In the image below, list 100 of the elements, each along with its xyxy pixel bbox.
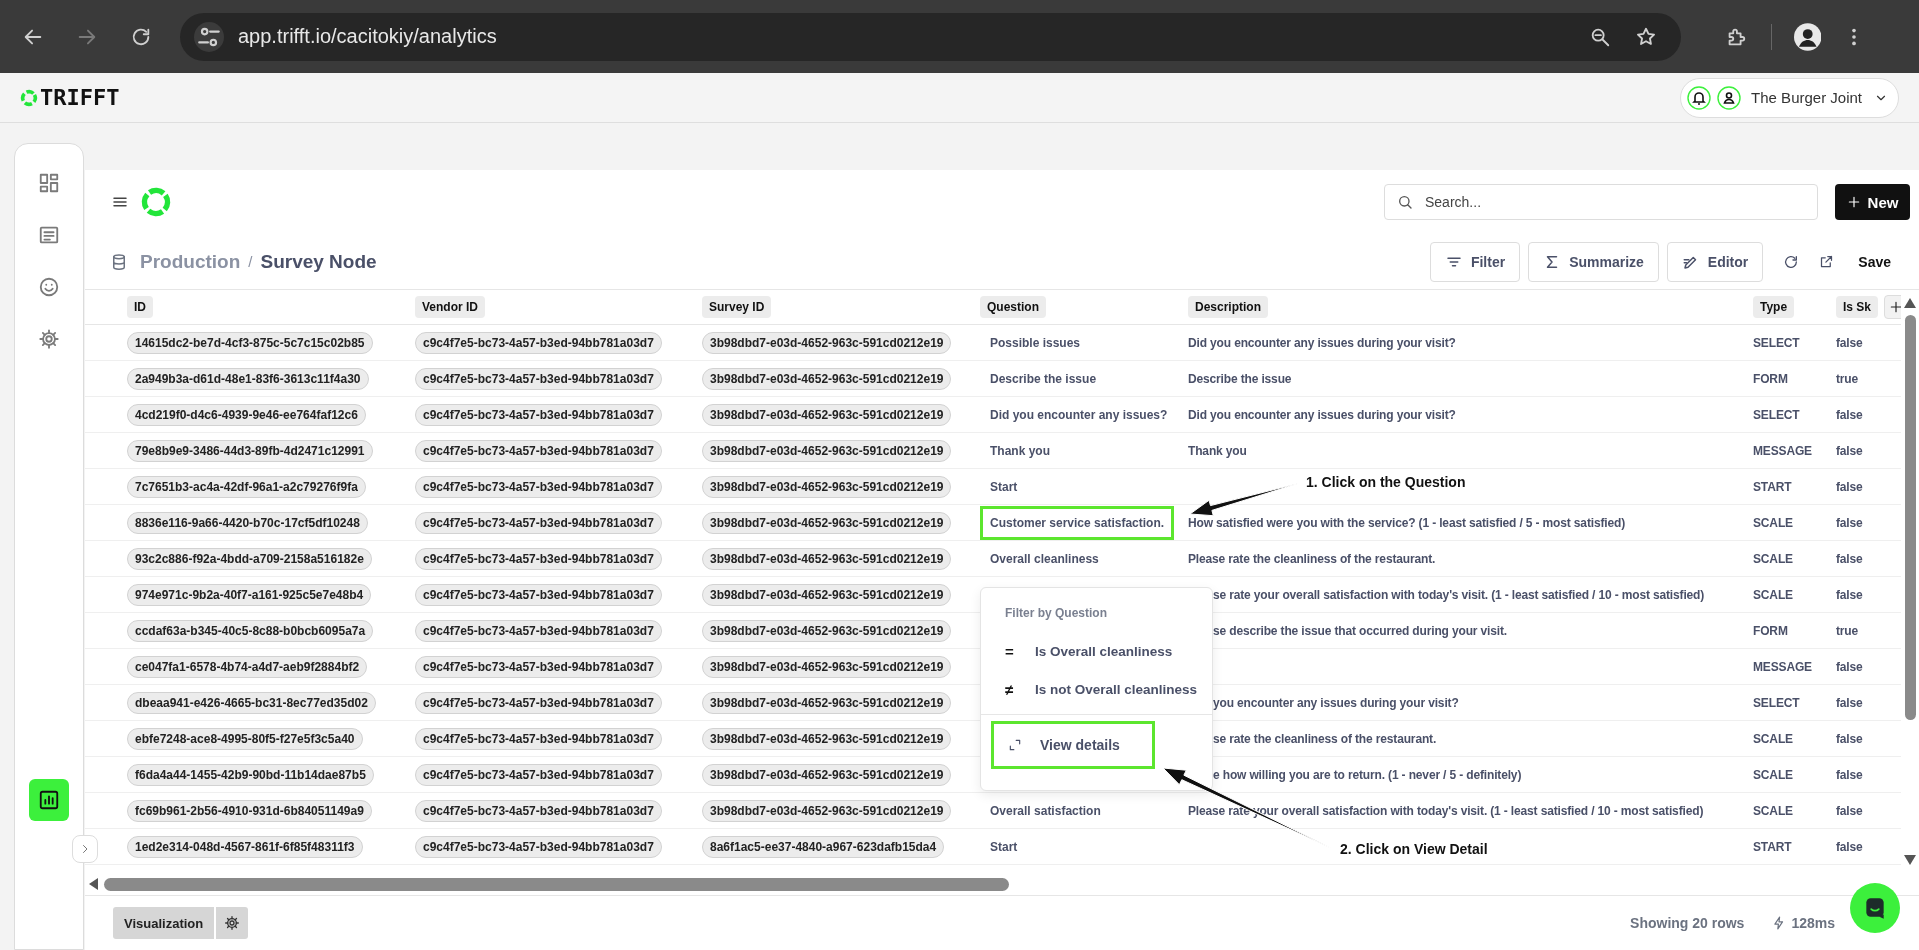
menu-item-label: Is Overall cleanliness: [1035, 643, 1173, 659]
table-cell: false: [1836, 335, 1863, 350]
id-tag: dbeaa941-e426-4665-bc31-8ec77ed35d02: [127, 691, 376, 714]
scroll-up-icon[interactable]: [1904, 298, 1916, 308]
table-cell: Did you encounter any issues during your visit?: [1188, 335, 1456, 350]
refresh-icon[interactable]: [1783, 253, 1800, 270]
settings-icon: [224, 915, 241, 931]
annotation-label: 2. Click on View Detail: [1340, 841, 1488, 857]
table-cell: false: [1836, 443, 1863, 458]
column-header[interactable]: ID: [127, 296, 153, 318]
table-cell: e how willing you are to return. (1 - never / 5 - definitely): [1213, 767, 1522, 782]
table-cell: false: [1836, 515, 1863, 530]
bell-icon[interactable]: [1687, 85, 1712, 110]
table-cell[interactable]: Describe the issue: [980, 361, 1107, 396]
id-tag: c9c4f7e5-bc73-4a57-b3ed-94bb781a03d7: [415, 547, 662, 570]
scroll-down-icon[interactable]: [1904, 855, 1916, 865]
table-cell[interactable]: Overall cleanliness: [980, 541, 1109, 576]
avatar-icon[interactable]: [1793, 22, 1821, 51]
id-tag: 3b98dbd7-e03d-4652-963c-591cd0212e19: [702, 619, 952, 642]
table-cell: SCALE: [1753, 587, 1793, 602]
sidebar-item[interactable]: [29, 779, 69, 821]
address-bar[interactable]: app.trifft.io/cacitokiy/analytics: [180, 12, 1681, 61]
site-settings-icon[interactable]: [194, 21, 224, 52]
table-cell: you encounter any issues during your visit?: [1213, 695, 1459, 710]
id-tag: 3b98dbd7-e03d-4652-963c-591cd0212e19: [702, 655, 952, 678]
id-tag: c9c4f7e5-bc73-4a57-b3ed-94bb781a03d7: [415, 511, 662, 534]
id-tag: ebfe7248-ace8-4995-80f5-f27e5f3c5a40: [127, 727, 363, 750]
id-tag: 3b98dbd7-e03d-4652-963c-591cd0212e19: [702, 583, 952, 606]
expand-icon: [1008, 738, 1022, 752]
id-tag: c9c4f7e5-bc73-4a57-b3ed-94bb781a03d7: [415, 655, 662, 678]
id-tag: c9c4f7e5-bc73-4a57-b3ed-94bb781a03d7: [415, 727, 662, 750]
row-count: Showing 20 rows: [1630, 915, 1745, 931]
table-cell[interactable]: Overall satisfaction: [980, 793, 1111, 828]
table-cell[interactable]: Possible issues: [980, 325, 1091, 360]
logo-text[interactable]: TRIFFT: [40, 85, 120, 110]
id-tag: ccdaf63a-b345-40c5-8c88-b0bcb6095a7a: [127, 619, 374, 642]
smiley-icon: [38, 276, 60, 298]
operator-symbol: ≠: [1005, 680, 1015, 698]
id-tag: 14615dc2-be7d-4cf3-875c-5c7c15c02b85: [127, 331, 373, 354]
id-tag: 8a6f1ac5-ee37-4840-a967-623dafb15da4: [702, 835, 945, 858]
table-cell: Please rate the cleanliness of the restaurant.: [1188, 551, 1436, 566]
id-tag: c9c4f7e5-bc73-4a57-b3ed-94bb781a03d7: [415, 619, 662, 642]
database-icon: [110, 252, 128, 271]
menu-item[interactable]: = Is Overall cleanliness: [981, 632, 1212, 670]
user-icon[interactable]: [1717, 85, 1742, 110]
search-field[interactable]: Search...: [1384, 184, 1818, 220]
table-cell: se rate your overall satisfaction with today's visit. (1 - least satisfied / 10 - most satisfied): [1213, 587, 1705, 602]
external-link-icon[interactable]: [1819, 254, 1835, 269]
new-button[interactable]: New: [1835, 184, 1910, 220]
id-tag: 93c2c886-f92a-4bdd-a709-2158a516182e: [127, 547, 372, 570]
table-cell: false: [1836, 587, 1863, 602]
menu-item[interactable]: View details: [991, 721, 1155, 769]
vertical-scrollbar[interactable]: [1904, 315, 1916, 720]
menu-item[interactable]: ≠ Is not Overall cleanliness: [981, 670, 1212, 708]
column-header[interactable]: Type: [1753, 296, 1795, 318]
scroll-left-icon[interactable]: [89, 878, 99, 890]
account-selector[interactable]: The Burger Joint: [1680, 77, 1899, 118]
column-header[interactable]: Description: [1188, 296, 1268, 318]
column-header[interactable]: Survey ID: [702, 296, 772, 318]
table-cell: SCALE: [1753, 515, 1793, 530]
action-button[interactable]: Summarize: [1528, 241, 1659, 282]
add-column-button[interactable]: [1884, 295, 1901, 319]
id-tag: 3b98dbd7-e03d-4652-963c-591cd0212e19: [702, 727, 952, 750]
column-header[interactable]: Vendor ID: [415, 296, 485, 318]
column-header[interactable]: Is Sk: [1836, 296, 1879, 318]
table-cell: false: [1836, 551, 1863, 566]
id-tag: c9c4f7e5-bc73-4a57-b3ed-94bb781a03d7: [415, 691, 662, 714]
table-cell: How satisfied were you with the service? (1 - least satisfied / 5 - most satisfied): [1188, 515, 1626, 530]
table-cell: SELECT: [1753, 407, 1800, 422]
id-tag: c9c4f7e5-bc73-4a57-b3ed-94bb781a03d7: [415, 403, 662, 426]
table-cell: START: [1753, 839, 1792, 854]
table-cell[interactable]: Start: [980, 829, 1028, 864]
id-tag: 4cd219f0-d4c6-4939-9e46-ee764faf12c6: [127, 403, 366, 426]
menu-heading: Filter by Question: [1004, 606, 1108, 620]
table-cell: FORM: [1753, 623, 1788, 638]
table-cell[interactable]: Customer service satisfaction.: [980, 505, 1175, 540]
table-cell: Describe the issue: [1188, 371, 1292, 386]
action-button[interactable]: Editor: [1666, 241, 1764, 282]
table-cell: START: [1753, 479, 1792, 494]
horizontal-scrollbar[interactable]: [104, 877, 1009, 891]
table-cell[interactable]: Thank you: [980, 433, 1060, 468]
table-cell: se rate the cleanliness of the restaurant.: [1213, 731, 1437, 746]
settings-icon: [38, 328, 60, 350]
action-button[interactable]: Filter: [1429, 241, 1521, 282]
column-header[interactable]: Question: [980, 296, 1046, 318]
visualization-button[interactable]: Visualization: [113, 907, 215, 939]
table-cell: FORM: [1753, 371, 1788, 386]
save-button[interactable]: Save: [1858, 253, 1891, 270]
table-cell: false: [1836, 695, 1863, 710]
settings-button[interactable]: [216, 907, 249, 939]
search-icon: [1397, 194, 1413, 210]
table-cell[interactable]: Start: [980, 469, 1028, 504]
table-cell: false: [1836, 803, 1863, 818]
id-tag: c9c4f7e5-bc73-4a57-b3ed-94bb781a03d7: [415, 475, 662, 498]
document-icon: [38, 224, 60, 246]
star-icon[interactable]: [1634, 25, 1657, 48]
table-cell: SELECT: [1753, 335, 1800, 350]
table-cell[interactable]: Did you encounter any issues?: [980, 397, 1178, 432]
table-cell: MESSAGE: [1753, 659, 1812, 674]
table-cell: SCALE: [1753, 803, 1793, 818]
